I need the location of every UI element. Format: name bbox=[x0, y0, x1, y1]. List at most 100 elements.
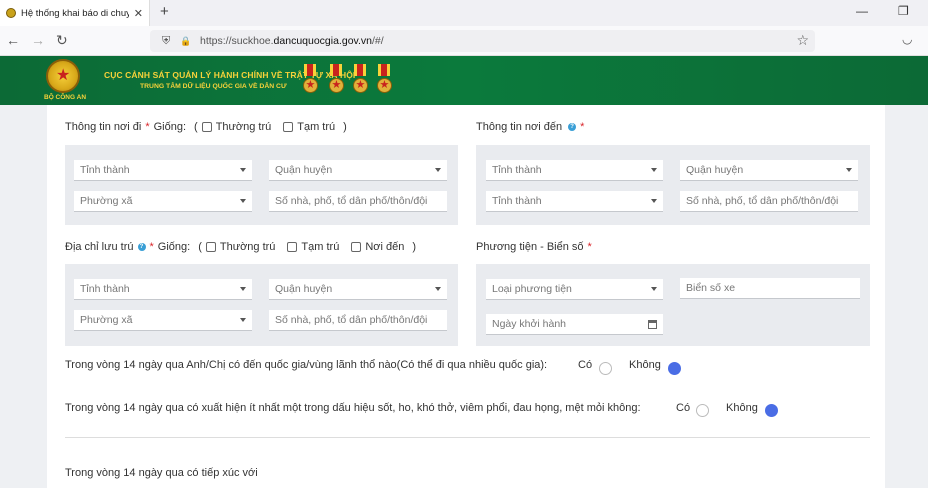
help-icon[interactable]: ? bbox=[568, 123, 577, 131]
select-value: Quận huyện bbox=[275, 164, 333, 176]
destination-province-select[interactable]: Tỉnh thành bbox=[486, 160, 663, 181]
no-label: Không bbox=[629, 359, 661, 371]
yes-label: Có bbox=[676, 402, 691, 414]
destination-label: Thông tin nơi đến bbox=[476, 121, 563, 133]
stay-ward-select[interactable]: Phường xã bbox=[74, 310, 252, 331]
checkbox-thuong-tru[interactable] bbox=[201, 122, 212, 132]
back-button[interactable]: ← bbox=[6, 32, 20, 48]
destination-panel: Tỉnh thành Quận huyện Tỉnh thành Số nhà,… bbox=[476, 145, 870, 225]
origin-ward-select[interactable]: Phường xã bbox=[74, 191, 252, 212]
checkbox-label: Thường trú bbox=[215, 121, 272, 133]
chevron-down-icon bbox=[651, 168, 657, 172]
checkbox-tam-tru[interactable] bbox=[287, 242, 298, 252]
origin-section-header: Thông tin nơi đi * Giống: ( Thường trú T… bbox=[65, 121, 347, 133]
minimize-window-button[interactable]: — bbox=[856, 4, 868, 18]
checkbox-thuong-tru[interactable] bbox=[205, 242, 216, 252]
required-mark: * bbox=[149, 241, 154, 253]
origin-street-input[interactable]: Số nhà, phố, tổ dân phố/thôn/đội bbox=[269, 191, 447, 212]
yes-label: Có bbox=[578, 359, 593, 371]
browser-tab-bar: Hệ thống khai báo di chuyển nội ✕ + — ❐ bbox=[0, 0, 928, 26]
symptom-yes-radio[interactable] bbox=[696, 404, 709, 417]
plate-number-input[interactable]: Biển số xe bbox=[680, 278, 860, 299]
origin-district-select[interactable]: Quận huyện bbox=[269, 160, 447, 181]
vehicle-panel: Loại phương tiện Biển số xe Ngày khởi hà… bbox=[476, 264, 870, 346]
help-icon[interactable]: ? bbox=[137, 243, 146, 251]
destination-district-select[interactable]: Quận huyện bbox=[680, 160, 858, 181]
checkbox-label: Tạm trú bbox=[297, 121, 336, 133]
police-emblem-logo bbox=[46, 59, 80, 93]
stay-street-input[interactable]: Số nhà, phố, tổ dân phố/thôn/đội bbox=[269, 310, 447, 331]
chevron-down-icon bbox=[240, 168, 246, 172]
chevron-down-icon bbox=[651, 199, 657, 203]
select-value: Loại phương tiện bbox=[492, 283, 572, 295]
select-value: Phường xã bbox=[80, 195, 133, 207]
input-placeholder: Biển số xe bbox=[686, 282, 736, 294]
input-placeholder: Số nhà, phố, tổ dân phố/thôn/đội bbox=[275, 195, 428, 207]
address-bar[interactable]: ⛨ 🔒 https://suckhoe.dancuquocgia.gov.vn/… bbox=[150, 30, 815, 52]
tab-title: Hệ thống khai báo di chuyển nội bbox=[21, 7, 129, 19]
stay-province-select[interactable]: Tỉnh thành bbox=[74, 279, 252, 300]
origin-panel: Tỉnh thành Quận huyện Phường xã Số nhà, … bbox=[65, 145, 458, 225]
destination-street-input[interactable]: Số nhà, phố, tổ dân phố/thôn/đội bbox=[680, 191, 858, 212]
origin-label: Thông tin nơi đi bbox=[65, 121, 142, 133]
symptom-no-radio[interactable] bbox=[765, 404, 778, 417]
calendar-icon[interactable] bbox=[648, 320, 657, 329]
medal-icon bbox=[302, 64, 318, 94]
checkbox-noi-den[interactable] bbox=[351, 242, 362, 252]
site-banner: BỘ CÔNG AN CỤC CẢNH SÁT QUẢN LÝ HÀNH CHÍ… bbox=[0, 56, 928, 105]
close-tab-icon[interactable]: ✕ bbox=[134, 7, 143, 20]
same-as-label: Giống: bbox=[153, 121, 187, 133]
input-placeholder: Số nhà, phố, tổ dân phố/thôn/đội bbox=[686, 195, 839, 207]
chevron-down-icon bbox=[846, 168, 852, 172]
browser-toolbar: ← → ↻ ⛨ 🔒 https://suckhoe.dancuquocgia.g… bbox=[0, 26, 928, 56]
travel-yes-radio[interactable] bbox=[599, 362, 612, 375]
medal-icon bbox=[328, 64, 344, 94]
bookmark-star-icon[interactable]: ☆ bbox=[796, 32, 809, 49]
tracking-shield-icon[interactable]: ⛨ bbox=[162, 35, 170, 48]
travel-question: Trong vòng 14 ngày qua Anh/Chị có đến qu… bbox=[65, 359, 548, 371]
contact-question: Trong vòng 14 ngày qua có tiếp xúc với bbox=[65, 467, 258, 479]
destination-ward-select[interactable]: Tỉnh thành bbox=[486, 191, 663, 212]
new-tab-button[interactable]: + bbox=[160, 3, 169, 20]
departure-date-input[interactable]: Ngày khởi hành bbox=[486, 314, 663, 335]
logo-caption: BỘ CÔNG AN bbox=[44, 94, 87, 101]
stay-district-select[interactable]: Quận huyện bbox=[269, 279, 447, 300]
pocket-icon[interactable]: ◡ bbox=[902, 32, 912, 46]
reload-button[interactable]: ↻ bbox=[56, 32, 68, 49]
chevron-down-icon bbox=[240, 287, 246, 291]
vehicle-section-header: Phương tiện - Biển số * bbox=[476, 241, 592, 253]
vehicle-type-select[interactable]: Loại phương tiện bbox=[486, 279, 663, 300]
site-favicon-icon bbox=[6, 8, 16, 18]
stay-label: Địa chỉ lưu trú bbox=[65, 241, 134, 253]
vehicle-label: Phương tiện - Biển số bbox=[476, 241, 584, 253]
section-divider bbox=[65, 437, 870, 438]
required-mark: * bbox=[145, 121, 150, 133]
travel-no-radio[interactable] bbox=[668, 362, 681, 375]
checkbox-label: Tạm trú bbox=[301, 241, 340, 253]
paren-close: ) bbox=[343, 121, 347, 133]
chevron-down-icon bbox=[435, 168, 441, 172]
origin-province-select[interactable]: Tỉnh thành bbox=[74, 160, 252, 181]
restore-window-button[interactable]: ❐ bbox=[898, 4, 909, 18]
destination-section-header: Thông tin nơi đến ? * bbox=[476, 121, 584, 133]
browser-tab[interactable]: Hệ thống khai báo di chuyển nội ✕ bbox=[0, 0, 150, 26]
checkbox-label: Nơi đến bbox=[365, 241, 405, 253]
medal-icon bbox=[376, 64, 392, 94]
forward-button[interactable]: → bbox=[31, 32, 45, 48]
select-value: Tỉnh thành bbox=[492, 195, 542, 207]
symptom-question: Trong vòng 14 ngày qua có xuất hiện ít n… bbox=[65, 402, 641, 414]
same-as-label: Giống: bbox=[157, 241, 191, 253]
checkbox-label: Thường trú bbox=[219, 241, 276, 253]
url-text[interactable]: https://suckhoe.dancuquocgia.gov.vn/#/ bbox=[200, 35, 384, 47]
select-value: Quận huyện bbox=[275, 283, 333, 295]
select-value: Tỉnh thành bbox=[80, 164, 130, 176]
select-value: Phường xã bbox=[80, 314, 133, 326]
select-value: Tỉnh thành bbox=[80, 283, 130, 295]
input-placeholder: Ngày khởi hành bbox=[492, 318, 567, 330]
checkbox-tam-tru[interactable] bbox=[283, 122, 294, 132]
chevron-down-icon bbox=[240, 199, 246, 203]
select-value: Quận huyện bbox=[686, 164, 744, 176]
lock-icon[interactable]: 🔒 bbox=[180, 36, 191, 47]
chevron-down-icon bbox=[240, 318, 246, 322]
required-mark: * bbox=[580, 121, 585, 133]
